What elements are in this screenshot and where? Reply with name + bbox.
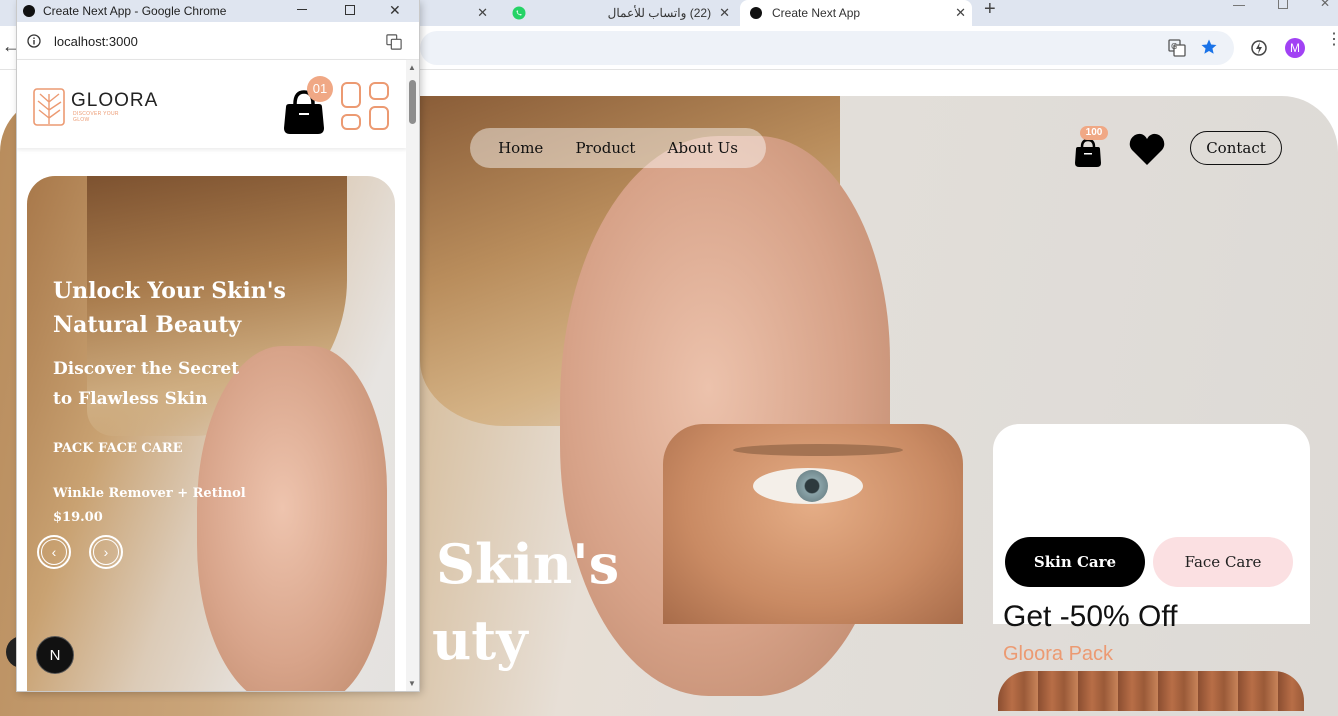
scroll-down-icon[interactable]: ▼	[408, 679, 416, 688]
popup-url-bar: localhost:3000	[17, 22, 419, 60]
nextjs-tab-icon	[750, 7, 762, 19]
close-window-icon[interactable]: ✕	[1320, 0, 1330, 10]
popup-close-icon[interactable]: ✕	[389, 2, 401, 19]
cart-count-badge: 01	[307, 76, 333, 102]
offer-card	[993, 424, 1310, 624]
scroll-up-icon[interactable]: ▲	[408, 63, 416, 72]
popup-url-text[interactable]: localhost:3000	[54, 34, 138, 49]
popup-minimize-icon[interactable]	[297, 9, 307, 10]
star-icon[interactable]	[1200, 38, 1218, 56]
heart-icon[interactable]	[1128, 132, 1166, 166]
tab-create-next-app[interactable]: Create Next App ✕	[740, 0, 972, 26]
closeup-eyebrow	[733, 444, 903, 456]
face-care-tab[interactable]: Face Care	[1153, 537, 1293, 587]
info-icon[interactable]	[27, 34, 41, 48]
closeup-iris	[796, 470, 828, 502]
logo-tagline: DISCOVER YOUR GLOW	[73, 111, 119, 123]
bag-icon[interactable]	[1072, 136, 1104, 168]
mobile-hero-model-image	[197, 346, 387, 691]
popup-window: Create Next App - Google Chrome ✕ localh…	[17, 0, 419, 691]
cart-count-badge: 100	[1080, 126, 1108, 140]
translate-icon[interactable]: G	[1168, 39, 1186, 57]
nav-about[interactable]: About Us	[668, 139, 738, 157]
slide-prev-button[interactable]: ‹	[37, 535, 71, 569]
whatsapp-icon	[512, 6, 526, 20]
offer-subtitle: Gloora Pack	[1003, 643, 1114, 665]
tab-whatsapp[interactable]: (22) واتساب للأعمال ✕	[500, 0, 736, 26]
gloora-logo-icon[interactable]	[33, 88, 65, 126]
nav-home[interactable]: Home	[498, 139, 543, 157]
tab-label: Create Next App	[772, 6, 861, 20]
hero-headline-line2: uty	[432, 608, 528, 672]
hero-headline-line1: Skin's	[436, 532, 620, 596]
menu-dots-icon[interactable]: ⋮	[1326, 32, 1338, 48]
slide-headline-line1: Unlock Your Skin's	[53, 278, 286, 304]
popup-maximize-icon[interactable]	[345, 5, 355, 15]
scrollbar-thumb[interactable]	[409, 80, 416, 124]
main-nav: Home Product About Us	[470, 128, 766, 168]
slide-price: $19.00	[53, 510, 103, 525]
chevron-left-icon: ‹	[41, 539, 67, 565]
tab-label: (22) واتساب للأعمال	[607, 6, 712, 20]
slide-headline-line2: Natural Beauty	[53, 312, 242, 338]
extension-icon[interactable]	[1250, 39, 1268, 57]
popup-title-text: Create Next App - Google Chrome	[43, 4, 227, 18]
close-tab-icon[interactable]: ✕	[477, 5, 488, 21]
tab-previous[interactable]: ✕	[420, 0, 496, 26]
grid-menu-icon[interactable]	[341, 82, 393, 132]
logo-name[interactable]: GLOORA	[71, 90, 158, 112]
slide-subhead-line1: Discover the Secret	[53, 359, 240, 379]
mobile-hero-slide	[27, 176, 395, 691]
translate-icon[interactable]	[386, 34, 402, 50]
slide-product-name: Winkle Remover + Retinol	[53, 486, 246, 501]
nextjs-dev-badge[interactable]: N	[36, 636, 74, 674]
minimize-icon[interactable]	[1233, 0, 1245, 6]
nav-product[interactable]: Product	[575, 139, 635, 157]
grid-menu-cell	[341, 114, 361, 130]
popup-title-bar: Create Next App - Google Chrome	[17, 0, 419, 22]
grid-menu-cell	[369, 82, 389, 100]
contact-button[interactable]: Contact	[1190, 131, 1282, 165]
restore-icon[interactable]	[1278, 0, 1288, 9]
close-tab-icon[interactable]: ✕	[719, 5, 730, 21]
offer-title: Get -50% Off	[1003, 600, 1178, 633]
scrollbar-track[interactable]	[406, 60, 419, 691]
close-tab-icon[interactable]: ✕	[955, 5, 966, 21]
profile-avatar[interactable]: M	[1285, 38, 1305, 58]
new-tab-button[interactable]: +	[984, 0, 996, 21]
slide-pack-label: PACK FACE CARE	[53, 441, 183, 456]
chevron-right-icon: ›	[93, 539, 119, 565]
slide-next-button[interactable]: ›	[89, 535, 123, 569]
skin-care-tab[interactable]: Skin Care	[1005, 537, 1145, 587]
nextjs-app-icon	[23, 5, 35, 17]
grid-menu-cell	[369, 106, 389, 130]
offer-product-image	[998, 671, 1304, 711]
grid-menu-cell	[341, 82, 361, 108]
address-field[interactable]	[420, 31, 1234, 65]
svg-text:G: G	[1171, 42, 1177, 51]
skin-closeup-image	[663, 424, 963, 624]
slide-subhead-line2: to Flawless Skin	[53, 389, 208, 409]
